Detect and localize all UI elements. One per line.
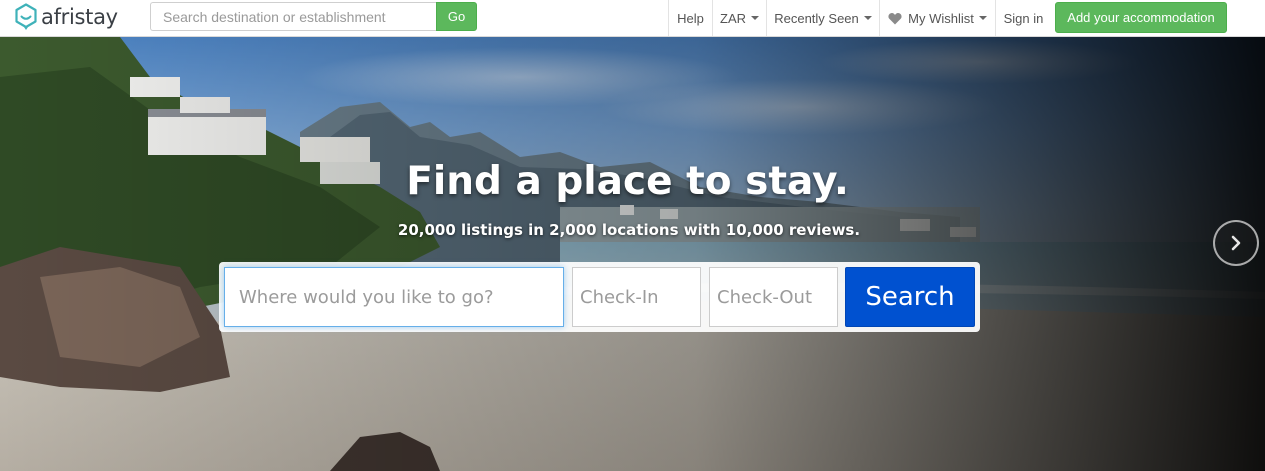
top-navbar: afristay Go Help ZAR Recently Seen My Wi… [0,0,1265,37]
nav-sign-in-label: Sign in [1003,10,1044,26]
destination-input[interactable] [224,267,564,327]
heart-icon [888,12,902,24]
caret-down-icon [978,16,987,20]
nav-search-input[interactable] [150,2,436,31]
afristay-logo[interactable]: afristay [14,2,118,32]
nav-currency-dropdown[interactable]: ZAR [712,0,766,36]
hero-search-button[interactable]: Search [845,267,975,327]
nav-wishlist-label: My Wishlist [908,10,974,26]
hero-subtitle: 20,000 listings in 2,000 locations with … [397,221,861,239]
hero-section: Find a place to stay. 20,000 listings in… [0,37,1265,471]
nav-help[interactable]: Help [668,0,712,36]
check-in-input[interactable] [572,267,701,327]
carousel-next-button[interactable] [1213,220,1259,266]
chevron-right-icon [1231,235,1241,251]
afristay-logo-icon [15,3,37,30]
nav-recently-seen-dropdown[interactable]: Recently Seen [766,0,879,36]
brand-name: afristay [41,5,118,29]
nav-go-button[interactable]: Go [436,2,477,31]
caret-down-icon [751,16,759,20]
hero-search-panel: Search [219,262,980,332]
nav-recently-seen-label: Recently Seen [774,10,859,26]
hero-background-image [0,37,1265,471]
check-out-input[interactable] [709,267,838,327]
add-accommodation-button[interactable]: Add your accommodation [1055,2,1227,33]
nav-sign-in[interactable]: Sign in [995,0,1051,36]
caret-down-icon [863,16,872,20]
nav-wishlist-dropdown[interactable]: My Wishlist [879,0,995,36]
nav-help-label: Help [677,10,704,26]
nav-currency-label: ZAR [720,10,746,26]
hero-title: Find a place to stay. [406,159,849,204]
